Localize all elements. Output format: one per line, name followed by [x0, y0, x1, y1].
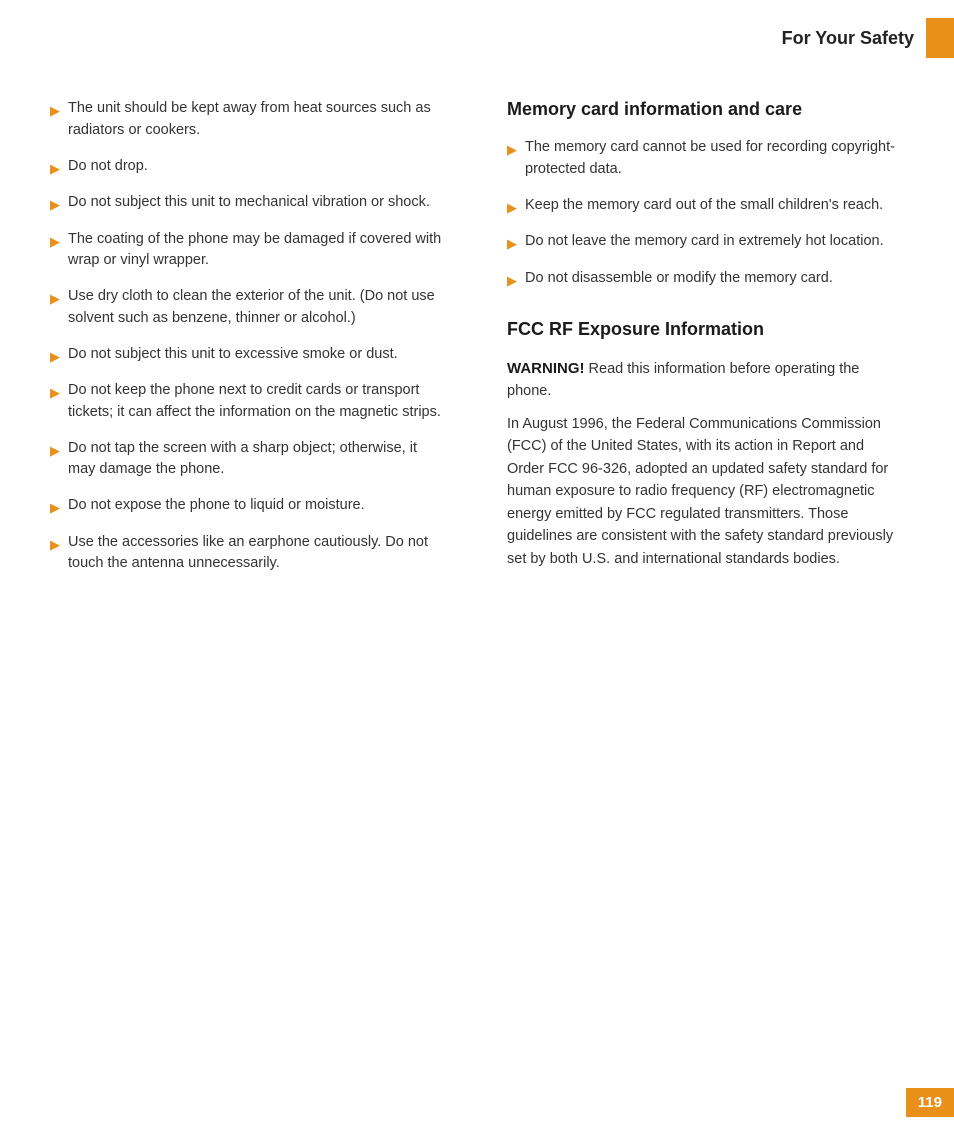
list-item-text: The coating of the phone may be damaged … [68, 229, 447, 273]
bullet-icon: ▶ [50, 195, 60, 215]
content-area: ▶ The unit should be kept away from heat … [0, 68, 954, 629]
header-accent-bar [926, 18, 954, 58]
bullet-icon: ▶ [507, 271, 517, 291]
bullet-icon: ▶ [507, 198, 517, 218]
fcc-paragraph: In August 1996, the Federal Communicatio… [507, 413, 904, 570]
list-item-text: Use the accessories like an earphone cau… [68, 532, 447, 576]
list-item-text: Do not drop. [68, 156, 148, 178]
left-column: ▶ The unit should be kept away from heat … [50, 98, 467, 589]
list-item: ▶ The coating of the phone may be damaged… [50, 229, 447, 273]
bullet-icon: ▶ [50, 498, 60, 518]
bullet-icon: ▶ [50, 289, 60, 309]
page-number: 119 [906, 1088, 954, 1117]
list-item: ▶ Do not drop. [50, 156, 447, 179]
list-item: ▶ Do not subject this unit to mechanical … [50, 192, 447, 215]
memory-bullet-list: ▶ The memory card cannot be used for reco… [507, 137, 904, 290]
list-item-text: Use dry cloth to clean the exterior of t… [68, 286, 447, 330]
list-item-text: Keep the memory card out of the small ch… [525, 195, 883, 217]
bullet-icon: ▶ [507, 140, 517, 160]
bullet-icon: ▶ [50, 159, 60, 179]
bullet-icon: ▶ [507, 234, 517, 254]
list-item-text: Do not keep the phone next to credit car… [68, 380, 447, 424]
list-item: ▶ Do not subject this unit to excessive s… [50, 344, 447, 367]
bullet-icon: ▶ [50, 347, 60, 367]
fcc-warning: WARNING! Read this information before op… [507, 358, 904, 403]
bullet-icon: ▶ [50, 441, 60, 461]
page-header: For Your Safety [0, 0, 954, 68]
list-item: ▶ Do not expose the phone to liquid or mo… [50, 495, 447, 518]
list-item: ▶ Do not tap the screen with a sharp obje… [50, 438, 447, 482]
list-item: ▶ The memory card cannot be used for reco… [507, 137, 904, 181]
list-item-text: The unit should be kept away from heat s… [68, 98, 447, 142]
memory-section-title: Memory card information and care [507, 98, 904, 121]
bullet-icon: ▶ [50, 383, 60, 403]
list-item-text: Do not subject this unit to mechanical v… [68, 192, 430, 214]
fcc-warning-label: WARNING! [507, 360, 585, 377]
list-item: ▶ The unit should be kept away from heat … [50, 98, 447, 142]
bullet-icon: ▶ [50, 101, 60, 121]
list-item-text: Do not disassemble or modify the memory … [525, 268, 833, 290]
list-item-text: Do not leave the memory card in extremel… [525, 231, 884, 253]
fcc-section: FCC RF Exposure Information WARNING! Rea… [507, 318, 904, 570]
list-item: ▶ Use dry cloth to clean the exterior of … [50, 286, 447, 330]
bullet-icon: ▶ [50, 232, 60, 252]
list-item: ▶ Use the accessories like an earphone ca… [50, 532, 447, 576]
list-item-text: The memory card cannot be used for recor… [525, 137, 904, 181]
bullet-icon: ▶ [50, 535, 60, 555]
fcc-section-title: FCC RF Exposure Information [507, 318, 904, 341]
list-item-text: Do not expose the phone to liquid or moi… [68, 495, 365, 517]
memory-section: Memory card information and care ▶ The me… [507, 98, 904, 290]
list-item: ▶ Do not leave the memory card in extreme… [507, 231, 904, 254]
list-item-text: Do not subject this unit to excessive sm… [68, 344, 398, 366]
list-item: ▶ Do not keep the phone next to credit ca… [50, 380, 447, 424]
list-item: ▶ Keep the memory card out of the small c… [507, 195, 904, 218]
list-item: ▶ Do not disassemble or modify the memory… [507, 268, 904, 291]
header-title: For Your Safety [782, 28, 926, 49]
list-item-text: Do not tap the screen with a sharp objec… [68, 438, 447, 482]
left-bullet-list: ▶ The unit should be kept away from heat … [50, 98, 447, 575]
right-column: Memory card information and care ▶ The me… [497, 98, 904, 589]
